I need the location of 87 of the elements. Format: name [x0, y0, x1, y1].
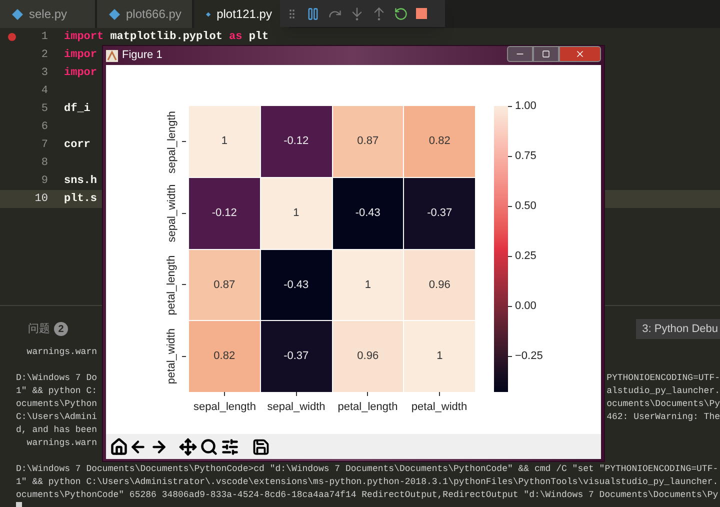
forward-icon[interactable]	[150, 438, 168, 456]
file-type-icon	[109, 8, 120, 20]
back-icon[interactable]	[129, 438, 147, 456]
terminal-line: d, and has been	[16, 424, 98, 437]
heatmap-cell: -0.37	[260, 321, 332, 392]
heatmap-cell: 0.87	[189, 250, 260, 320]
heatmap-cell: 0.82	[189, 321, 260, 392]
heatmap-cell: -0.43	[260, 250, 332, 320]
colorbar-tick-label: 0.00	[515, 298, 536, 314]
sliders-icon[interactable]	[221, 438, 239, 456]
row-label: sepal_length	[164, 110, 179, 173]
step-out-icon[interactable]	[372, 6, 386, 20]
terminal-line: ocuments\Python	[16, 398, 98, 411]
code-line: corr	[64, 138, 90, 153]
file-type-icon	[12, 8, 23, 20]
line-number: 6	[40, 120, 48, 135]
maximize-button[interactable]	[533, 46, 559, 62]
window-title: Figure 1	[122, 48, 162, 64]
close-icon	[575, 49, 585, 59]
line-number: 7	[40, 138, 48, 153]
restart-icon[interactable]	[394, 6, 408, 20]
terminal-line: alstudio_py_launcher.	[606, 385, 720, 398]
heatmap-cell: -0.12	[189, 178, 260, 248]
code-line: impor	[64, 48, 98, 63]
line-number: 9	[40, 174, 48, 189]
line-number: 4	[40, 84, 48, 99]
terminal-line: 1" && python C:	[16, 385, 98, 398]
terminal-line: PYTHONIOENCODING=UTF-	[606, 372, 720, 385]
code-line: plt.s	[64, 192, 98, 207]
editor-tab[interactable]: sele.py	[0, 0, 95, 28]
row-label: petal_width	[164, 328, 179, 384]
terminal-dropdown[interactable]: 3: Python Debu	[636, 319, 720, 339]
line-number: 3	[40, 66, 48, 81]
pan-icon[interactable]	[179, 438, 197, 456]
pause-icon[interactable]	[306, 6, 320, 20]
terminal-line: 462: UserWarning: The	[606, 411, 720, 424]
heatmap-cell: -0.12	[260, 106, 332, 177]
column-label: sepal_length	[194, 400, 256, 415]
heatmap-cell: 1	[332, 250, 404, 320]
figure-logo-icon	[106, 50, 118, 62]
code-line: sns.h	[64, 174, 98, 189]
row-label: petal_length	[164, 254, 179, 315]
editor-tab[interactable]: plot121.py	[194, 0, 289, 28]
terminal-line: D:\Windows 7 Documents\Documents\PythonCode>cd "d:\Windows 7 Documents\Documents\PythonCode" && cmd /C "set "PYTHONIOENCODING=UTF-	[16, 463, 718, 476]
terminal-line: 1" && python C:\Users\Administrator\.vscode\extensions\ms-python.python-2018.3.1\pythonFiles\PythonTools\visualstudio_py_launcher.	[16, 476, 718, 489]
terminal-line: D:\Windows 7 Do	[16, 372, 98, 385]
breakpoint-icon[interactable]	[8, 33, 16, 41]
terminal-line: ocuments\Documents\Py	[606, 398, 720, 411]
maximize-icon	[542, 50, 550, 58]
line-number: 8	[40, 156, 48, 171]
terminal-line: C:\Users\Admini	[16, 411, 98, 424]
terminal-line: ocuments\PythonCode" 65286 34806ad9-833a-4524-8cd6-18ca4aa74f14 RedirectOutput,RedirectOutput "d:\Windows 7 Documents\Documents\Py	[16, 489, 718, 502]
line-number: 10	[34, 192, 48, 207]
code-line: import matplotlib.pyplot as plt	[64, 30, 269, 45]
heatmap-cell: 0.82	[404, 106, 475, 177]
terminal-line: warnings.warn	[26, 346, 98, 359]
code-line: df_i	[64, 102, 90, 117]
colorbar-tick-label: 0.50	[515, 198, 536, 214]
heatmap-cell: 1	[189, 106, 260, 177]
editor-tab[interactable]: plot666.py	[97, 0, 192, 28]
colorbar-tick-label: −0.25	[515, 348, 543, 364]
line-number: 1	[40, 30, 48, 45]
column-label: sepal_width	[267, 400, 326, 415]
row-label: sepal_width	[164, 184, 179, 242]
save-icon[interactable]	[252, 438, 270, 456]
close-button[interactable]	[559, 46, 601, 62]
colorbar-tick-label: 0.75	[515, 148, 536, 164]
terminal-line: warnings.warn	[26, 437, 98, 450]
count-badge: 2	[54, 322, 68, 336]
zoom-icon[interactable]	[200, 438, 218, 456]
heatmap-cell: 1	[260, 178, 332, 248]
heatmap-cell: -0.37	[404, 178, 475, 248]
heatmap-cell: 0.87	[332, 106, 404, 177]
heatmap-cell: 0.96	[404, 250, 475, 320]
line-number: 5	[40, 102, 48, 117]
heatmap-cell: 0.96	[332, 321, 404, 392]
step-into-icon[interactable]	[350, 6, 364, 20]
colorbar-tick-label: 1.00	[515, 98, 536, 114]
heatmap-cell: 1	[404, 321, 475, 392]
code-line: impor	[64, 66, 98, 81]
column-label: petal_length	[338, 400, 398, 415]
column-label: petal_width	[411, 400, 468, 415]
panel-tab[interactable]: 问题 2	[28, 320, 68, 338]
line-number: 2	[40, 48, 48, 63]
heatmap-cell: -0.43	[332, 178, 404, 248]
colorbar-tick-label: 0.25	[515, 248, 536, 264]
home-icon[interactable]	[110, 438, 128, 456]
